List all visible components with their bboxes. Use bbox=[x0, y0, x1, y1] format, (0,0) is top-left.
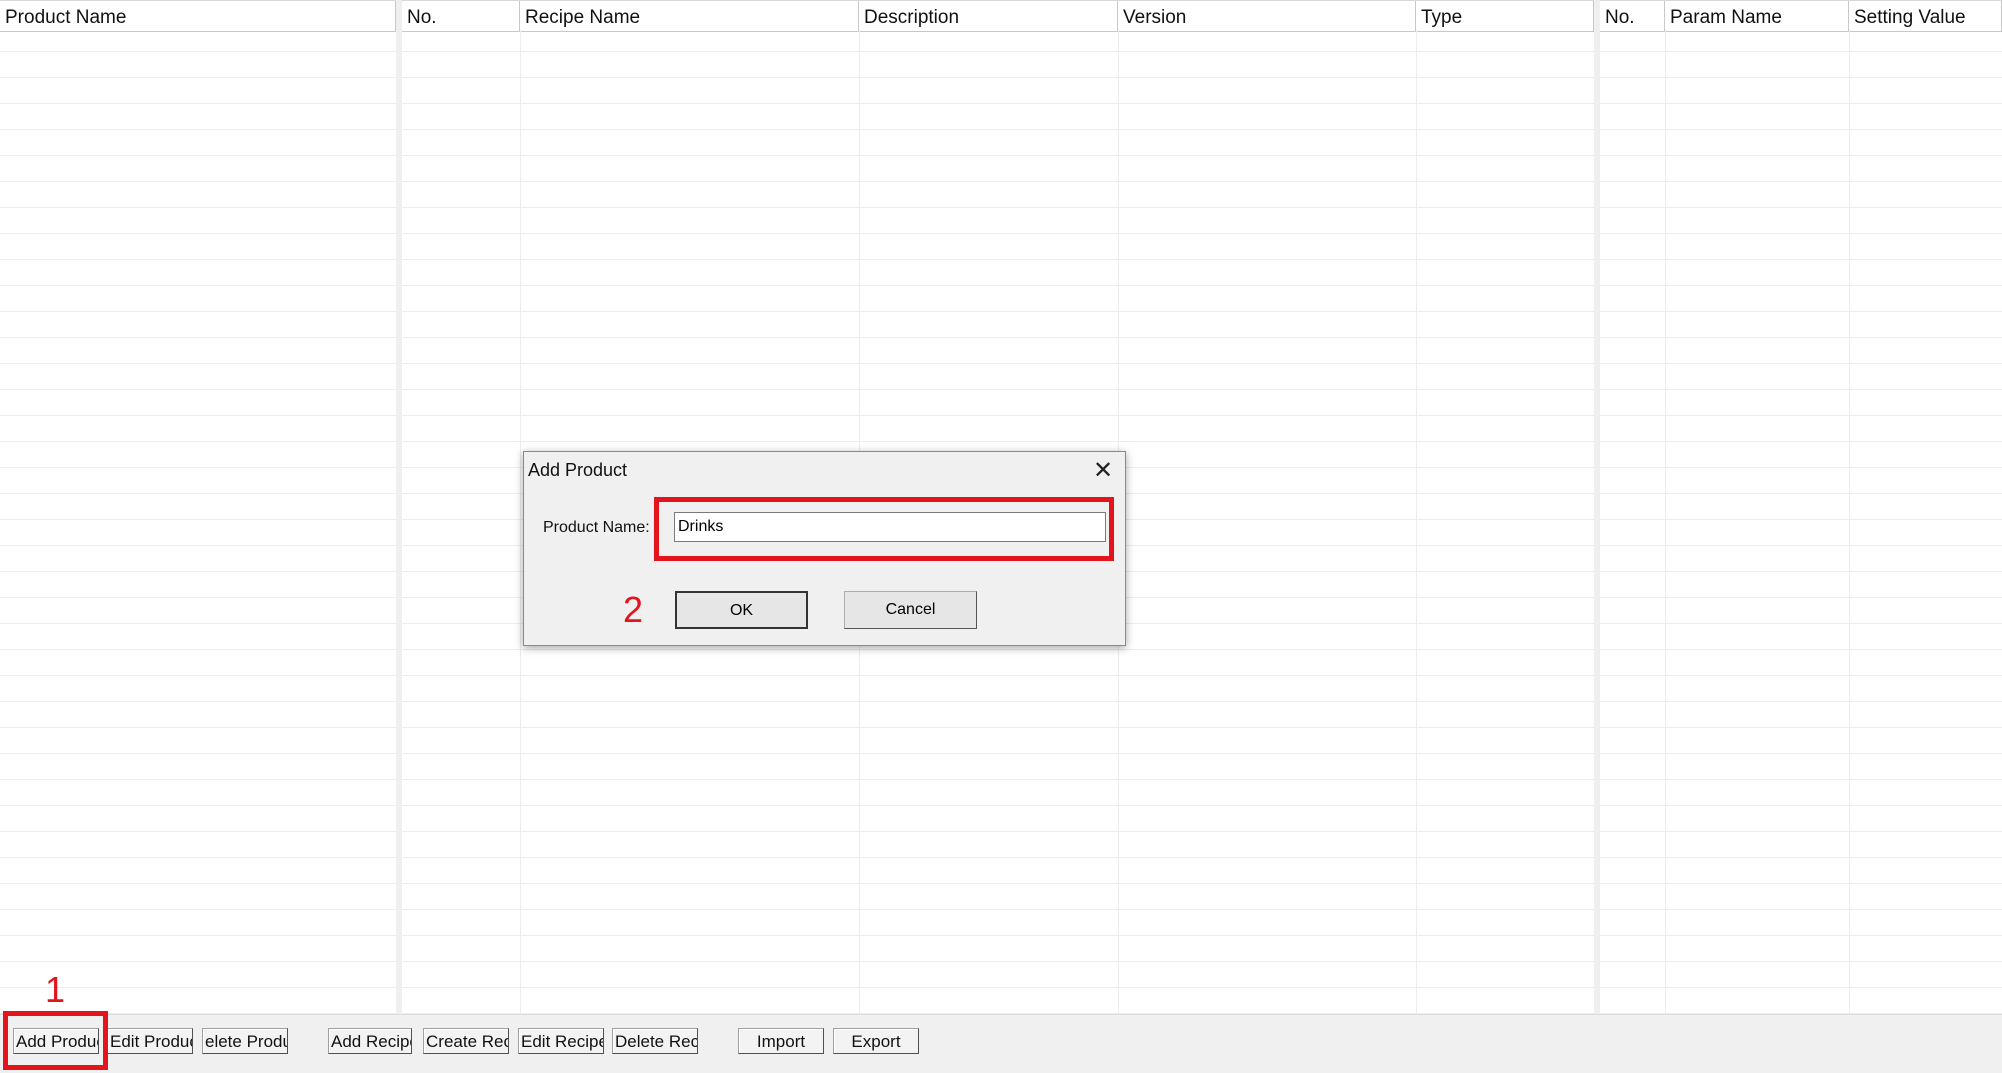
column-header-version[interactable]: Version bbox=[1118, 1, 1416, 31]
edit-recipe-button[interactable]: Edit Recipe bbox=[518, 1028, 604, 1054]
cancel-button[interactable]: Cancel bbox=[844, 591, 977, 629]
import-button[interactable]: Import bbox=[738, 1028, 824, 1054]
column-header-param-no[interactable]: No. bbox=[1600, 1, 1665, 31]
products-table[interactable]: Product Name bbox=[0, 0, 396, 1014]
recipes-table-header: No. Recipe Name Description Version Type bbox=[402, 0, 1594, 32]
bottom-toolbar bbox=[0, 1014, 2002, 1073]
column-divider bbox=[1416, 30, 1417, 1014]
column-header-description[interactable]: Description bbox=[859, 1, 1118, 31]
close-icon[interactable]: ✕ bbox=[1089, 458, 1117, 484]
products-table-header: Product Name bbox=[0, 0, 396, 32]
column-header-product-name[interactable]: Product Name bbox=[0, 1, 396, 31]
column-divider bbox=[1849, 30, 1850, 1014]
product-name-label: Product Name: bbox=[543, 519, 650, 536]
params-table[interactable]: No. Param Name Setting Value bbox=[1600, 0, 2002, 1014]
delete-product-button[interactable]: elete Produ bbox=[202, 1028, 288, 1054]
column-header-param-name[interactable]: Param Name bbox=[1665, 1, 1849, 31]
ok-button[interactable]: OK bbox=[675, 591, 808, 629]
params-table-header: No. Param Name Setting Value bbox=[1600, 0, 2002, 32]
dialog-title: Add Product bbox=[528, 460, 628, 480]
delete-recipe-button[interactable]: Delete Recip bbox=[612, 1028, 698, 1054]
column-header-type[interactable]: Type bbox=[1416, 1, 1594, 31]
add-recipe-button[interactable]: Add Recipe bbox=[328, 1028, 412, 1054]
annotation-highlight-add-product bbox=[3, 1011, 108, 1070]
column-divider bbox=[1665, 30, 1666, 1014]
create-recipe-button[interactable]: Create Recip bbox=[423, 1028, 509, 1054]
column-header-setting-value[interactable]: Setting Value bbox=[1849, 1, 2002, 31]
column-header-no[interactable]: No. bbox=[402, 1, 520, 31]
edit-product-button[interactable]: Edit Product bbox=[107, 1028, 193, 1054]
annotation-step-2: 2 bbox=[623, 589, 644, 630]
annotation-highlight-product-name bbox=[654, 497, 1114, 561]
annotation-step-1: 1 bbox=[45, 969, 66, 1010]
export-button[interactable]: Export bbox=[833, 1028, 919, 1054]
column-divider bbox=[520, 30, 521, 1014]
column-header-recipe-name[interactable]: Recipe Name bbox=[520, 1, 859, 31]
